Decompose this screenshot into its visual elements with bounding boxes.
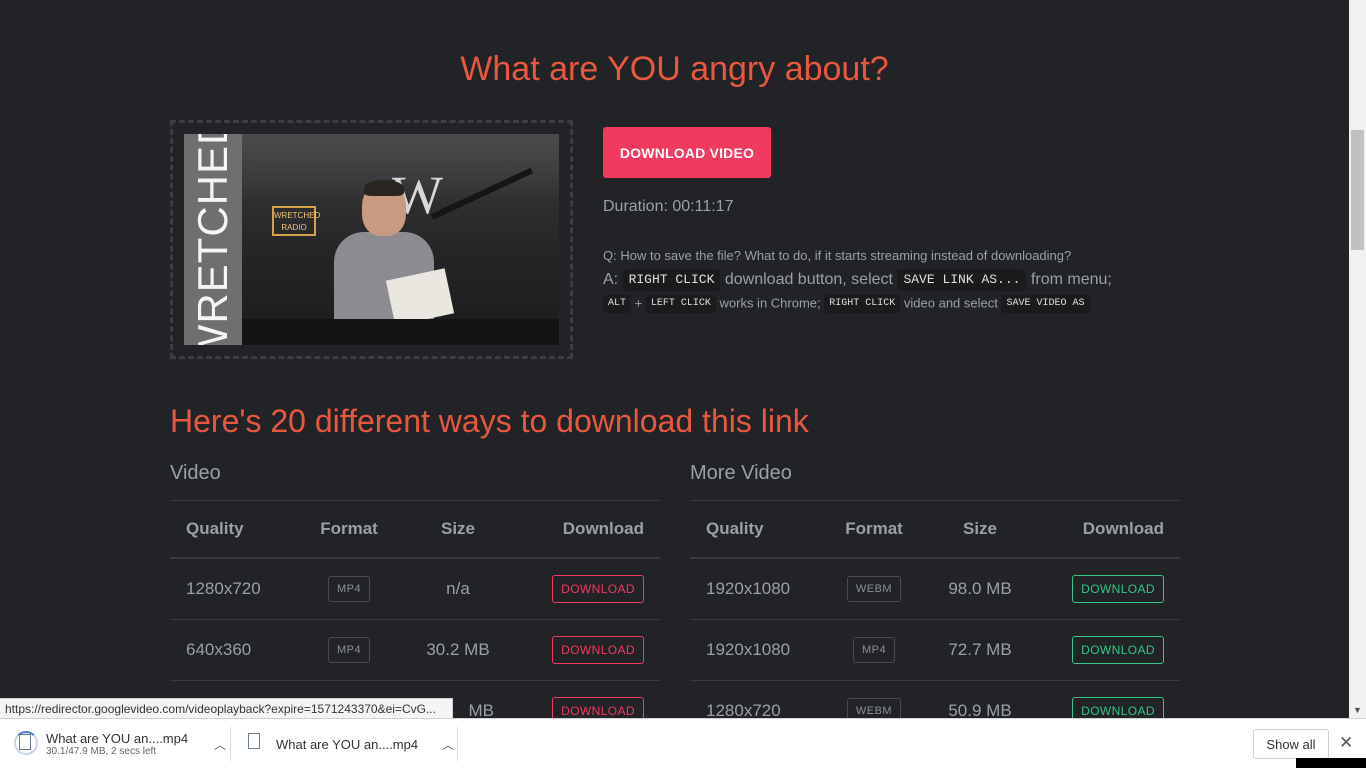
shelf-divider: [230, 727, 231, 761]
faq-answer-text-4: video and select: [903, 295, 998, 311]
faq-answer-text-2: from menu;: [1030, 271, 1112, 289]
sign-text-2: RADIO: [281, 223, 307, 232]
shelf-divider: [457, 727, 458, 761]
page-content: What are YOU angry about? WRETCHED W WRE…: [0, 0, 1349, 718]
video-table-header: Quality Format Size Download: [170, 501, 660, 559]
scrollbar-thumb[interactable]: [1351, 130, 1364, 250]
thumbnail-banner-text: WRETCHED: [189, 134, 236, 345]
header-quality: Quality: [186, 519, 244, 538]
download-item[interactable]: What are YOU an....mp4 30.1/47.9 MB, 2 s…: [14, 727, 230, 761]
chevron-up-icon[interactable]: ︿: [442, 736, 454, 753]
download-video-button[interactable]: DOWNLOAD VIDEO: [603, 127, 771, 178]
video-thumbnail[interactable]: WRETCHED W WRETCHED RADIO: [184, 134, 559, 345]
faq-answer-text-1: download button, select: [724, 271, 893, 289]
download-button[interactable]: DOWNLOAD: [552, 636, 644, 664]
cell-quality: 1280x720: [706, 701, 781, 718]
download-status: 30.1/47.9 MB, 2 secs left: [46, 746, 157, 757]
faq-answer-line-1: A: RIGHT CLICK download button, select S…: [603, 269, 1112, 291]
cell-quality: 1920x1080: [706, 579, 791, 598]
download-shelf: What are YOU an....mp4 30.1/47.9 MB, 2 s…: [0, 718, 1366, 768]
format-badge: MP4: [327, 576, 371, 602]
kbd-save-video-as: SAVE VIDEO AS: [1001, 295, 1090, 313]
close-icon[interactable]: ✕: [1339, 733, 1353, 753]
table-row: 1280x720 MP4 n/a DOWNLOAD: [170, 559, 660, 620]
faq-answer-prefix: A:: [603, 271, 619, 289]
cell-size: 98.0 MB: [948, 579, 1012, 598]
header-format: Format: [320, 519, 378, 538]
format-badge: WEBM: [846, 576, 902, 602]
download-button[interactable]: DOWNLOAD: [552, 575, 644, 603]
header-quality: Quality: [706, 519, 764, 538]
person-hair: [364, 180, 404, 196]
cell-quality: 640x360: [186, 640, 252, 659]
download-item[interactable]: What are YOU an....mp4 ︿: [244, 727, 458, 761]
table-row: 1280x720 WEBM 50.9 MB DOWNLOAD: [690, 681, 1180, 718]
more-video-table-header: Quality Format Size Download: [690, 501, 1180, 559]
faq-answer-text-3: works in Chrome;: [719, 295, 821, 311]
status-url-bar: https://redirector.googlevideo.com/video…: [0, 698, 453, 719]
page-title: What are YOU angry about?: [460, 50, 889, 88]
file-icon: [244, 731, 266, 757]
kbd-right-click: RIGHT CLICK: [622, 269, 721, 291]
cell-size: 50.9 MB: [948, 701, 1012, 718]
format-badge: MP4: [327, 637, 371, 663]
cell-quality: 1920x1080: [706, 640, 791, 659]
video-table-caption: Video: [170, 462, 660, 501]
chevron-up-icon[interactable]: ︿: [214, 736, 226, 753]
sign-text-1: WRETCHED: [274, 211, 321, 220]
section-title: Here's 20 different ways to download thi…: [170, 403, 809, 439]
duration-label: Duration: 00:11:17: [603, 198, 734, 215]
thumbnail-banner: WRETCHED: [184, 134, 242, 345]
video-table: Video Quality Format Size Download 1280x…: [170, 462, 660, 718]
table-row: 1920x1080 WEBM 98.0 MB DOWNLOAD: [690, 559, 1180, 620]
taskbar-edge: [1296, 758, 1366, 768]
header-format: Format: [845, 519, 903, 538]
faq-question: Q: How to save the file? What to do, if …: [603, 248, 1072, 263]
header-size: Size: [440, 519, 476, 538]
header-download: Download: [1082, 519, 1164, 538]
kbd-right-click-2: RIGHT CLICK: [824, 295, 901, 313]
more-video-table-caption: More Video: [690, 462, 1180, 501]
scroll-down-arrow-icon[interactable]: ▼: [1353, 705, 1362, 715]
format-badge: MP4: [852, 637, 896, 663]
vertical-scrollbar[interactable]: [1349, 0, 1366, 718]
cell-quality: 1280x720: [186, 579, 261, 598]
cell-size: n/a: [446, 579, 470, 598]
download-button[interactable]: DOWNLOAD: [1072, 697, 1164, 718]
more-video-table: More Video Quality Format Size Download …: [690, 462, 1180, 718]
show-all-button[interactable]: Show all: [1253, 729, 1329, 759]
cell-size: 30.2 MB: [426, 640, 490, 659]
thumbnail-scene: W WRETCHED RADIO: [242, 134, 559, 345]
header-size: Size: [962, 519, 998, 538]
download-button[interactable]: DOWNLOAD: [1072, 575, 1164, 603]
download-filename: What are YOU an....mp4: [46, 731, 189, 746]
kbd-alt: ALT: [603, 295, 632, 313]
downloading-file-icon: [14, 731, 38, 757]
scene-neon-sign: WRETCHED RADIO: [272, 206, 321, 236]
download-filename: What are YOU an....mp4: [276, 736, 419, 752]
faq-answer-line-2: ALT + LEFT CLICK works in Chrome; RIGHT …: [603, 295, 1090, 313]
kbd-left-click: LEFT CLICK: [645, 295, 716, 313]
cell-size: 72.7 MB: [948, 640, 1012, 659]
header-download: Download: [562, 519, 644, 538]
table-row: 640x360 MP4 30.2 MB DOWNLOAD: [170, 620, 660, 681]
download-button[interactable]: DOWNLOAD: [1072, 636, 1164, 664]
download-button[interactable]: DOWNLOAD: [552, 697, 644, 718]
format-badge: WEBM: [846, 698, 902, 718]
table-row: 1920x1080 MP4 72.7 MB DOWNLOAD: [690, 620, 1180, 681]
scene-desk: [242, 319, 559, 345]
kbd-save-link-as: SAVE LINK AS...: [897, 269, 1027, 291]
faq-plus: +: [634, 295, 643, 311]
